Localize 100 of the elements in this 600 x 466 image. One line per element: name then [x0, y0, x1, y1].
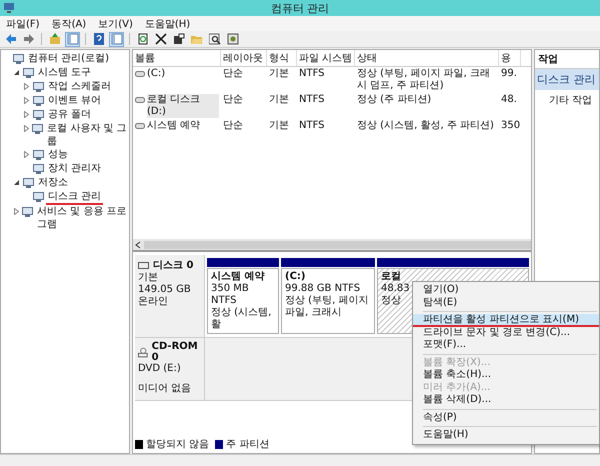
disk-name: CD-ROM 0: [152, 341, 199, 363]
find-button[interactable]: [207, 32, 222, 46]
partition-info: 정상 (시스템, 활: [211, 307, 272, 331]
help-button[interactable]: [91, 32, 106, 46]
node-icon: [23, 67, 34, 78]
up-button[interactable]: [47, 32, 62, 46]
column-header[interactable]: 용: [499, 50, 521, 66]
tree-item[interactable]: 성능: [46, 148, 70, 161]
disk-info: 미디어 없음: [138, 383, 192, 395]
node-icon: [33, 81, 44, 92]
window-title: 컴퓨터 관리: [270, 0, 330, 16]
drive-icon: [135, 123, 145, 129]
column-header[interactable]: 상태: [355, 50, 499, 66]
column-header[interactable]: 볼륨: [133, 50, 221, 66]
tree-item[interactable]: 서비스 및 응용 프로그램: [35, 205, 129, 231]
tree-item[interactable]: 이벤트 뷰어: [46, 94, 104, 107]
table-cell: 정상 (시스템, 활성, 주 파티션): [357, 120, 494, 132]
table-cell: NTFS: [299, 94, 325, 106]
settings-button[interactable]: [225, 32, 240, 46]
disk-label-panel[interactable]: CD-ROM 0 DVD (E:) 미디어 없음: [135, 338, 205, 400]
table-cell-text: 정상 (부팅, 페이지 파일, 크래시 덤프, 주 파티션): [357, 68, 491, 92]
collapse-arrow-icon[interactable]: [13, 178, 20, 186]
menu-item[interactable]: 파일(F): [6, 16, 40, 30]
partition-block[interactable]: 시스템 예약 350 MB NTFS 정상 (시스템, 활: [207, 268, 279, 334]
menu-option[interactable]: 볼륨 축소(H)...: [413, 369, 599, 382]
partition-info: 48.83: [381, 283, 410, 295]
tree-item[interactable]: 장치 관리자: [46, 162, 104, 175]
node-icon: [33, 109, 44, 120]
expand-arrow-icon[interactable]: [23, 124, 30, 132]
partition-info: 99.88 GB NTFS: [285, 283, 360, 295]
partition-info: 정상: [381, 295, 401, 307]
table-cell: 단순: [223, 68, 243, 80]
partition-info: (C:): [285, 271, 306, 283]
disk-info: 기본: [138, 272, 159, 284]
expand-arrow-icon[interactable]: [23, 150, 30, 158]
actions-section-title[interactable]: 디스크 관리: [535, 69, 599, 90]
action-link[interactable]: 기타 작업: [535, 90, 599, 110]
menu-option[interactable]: 포맷(F)...: [413, 339, 599, 352]
expand-arrow-icon[interactable]: [13, 208, 20, 214]
pane-button[interactable]: [109, 32, 124, 46]
table-cell: 기본: [269, 120, 289, 132]
disk-info: 온라인: [138, 296, 169, 308]
node-icon: [33, 163, 44, 174]
properties-button[interactable]: [171, 32, 186, 46]
node-icon: [13, 53, 24, 64]
table-cell: NTFS: [299, 68, 325, 80]
scroll-left-icon[interactable]: [135, 240, 141, 248]
partition-info: 로컬: [381, 271, 401, 283]
partition-block[interactable]: (C:) 99.88 GB NTFS 정상 (부팅, 페이지 파일, 크래시: [281, 268, 375, 334]
tree-item[interactable]: 작업 스케줄러: [46, 80, 114, 93]
expand-arrow-icon[interactable]: [23, 110, 30, 118]
menu-option[interactable]: 도움말(H): [413, 429, 599, 442]
legend-label: 할당되지 않음: [146, 438, 210, 451]
tree-item[interactable]: 로컬 사용자 및 그룹: [45, 122, 129, 148]
delete-button[interactable]: [153, 32, 168, 46]
tree-item[interactable]: 시스템 도구: [36, 66, 94, 79]
node-icon: [23, 177, 34, 188]
table-cell: 시스템 예약: [147, 120, 200, 132]
menu-item[interactable]: 동작(A): [52, 16, 86, 30]
tree-item[interactable]: 저장소: [36, 176, 70, 189]
menu-option[interactable]: 파티션을 활성 파티션으로 표시(M): [413, 314, 599, 326]
partition-info: 정상 (부팅, 페이지 파일, 크래시: [285, 295, 370, 319]
forward-button[interactable]: [21, 32, 36, 46]
disk-drive-icon: [138, 262, 149, 268]
menu-item[interactable]: 보기(V): [98, 16, 133, 30]
table-cell: 정상 (주 파티션): [357, 94, 432, 106]
tree-item[interactable]: 컴퓨터 관리(로컬): [26, 52, 111, 65]
menu-option[interactable]: 탐색(E): [413, 296, 599, 309]
column-header[interactable]: 형식: [267, 50, 297, 66]
table-cell: 48.: [501, 94, 517, 106]
horizontal-scrollbar[interactable]: [133, 239, 531, 250]
disk-label-panel[interactable]: 디스크 0 기본 149.05 GB 온라인: [135, 255, 205, 337]
menu-option[interactable]: 열기(O): [413, 284, 599, 296]
menu-option[interactable]: 드라이브 문자 및 경로 변경(C)...: [413, 326, 599, 339]
expand-arrow-icon[interactable]: [23, 82, 30, 90]
tree-item[interactable]: 디스크 관리: [46, 190, 104, 205]
tree-item[interactable]: 공유 폴더: [46, 108, 94, 121]
computer-icon: [3, 2, 15, 14]
menu-item[interactable]: 도움말(H): [144, 16, 190, 30]
node-icon: [33, 191, 44, 202]
pane-button[interactable]: [65, 32, 80, 46]
node-icon: [33, 95, 44, 106]
drive-icon: [135, 97, 145, 103]
table-cell: 350: [501, 120, 520, 132]
menu-option[interactable]: 볼륨 삭제(D)...: [413, 394, 599, 406]
table-cell: 단순: [223, 120, 243, 132]
collapse-arrow-icon[interactable]: [13, 68, 20, 76]
disk-name: 디스크 0: [153, 259, 194, 272]
drive-icon: [135, 71, 145, 77]
partition-info: 시스템 예약: [211, 271, 264, 283]
table-cell: NTFS: [299, 120, 325, 132]
partition-info: 350 MB NTFS: [211, 283, 250, 307]
column-header[interactable]: 레이아웃: [221, 50, 267, 66]
column-header[interactable]: 파일 시스템: [297, 50, 355, 66]
menu-option[interactable]: 속성(P): [413, 412, 599, 424]
table-cell: 99.: [501, 68, 517, 80]
optical-drive-icon: [138, 346, 148, 358]
expand-arrow-icon[interactable]: [23, 96, 30, 104]
node-icon: [32, 123, 44, 134]
disk-info: 149.05 GB: [138, 284, 192, 296]
